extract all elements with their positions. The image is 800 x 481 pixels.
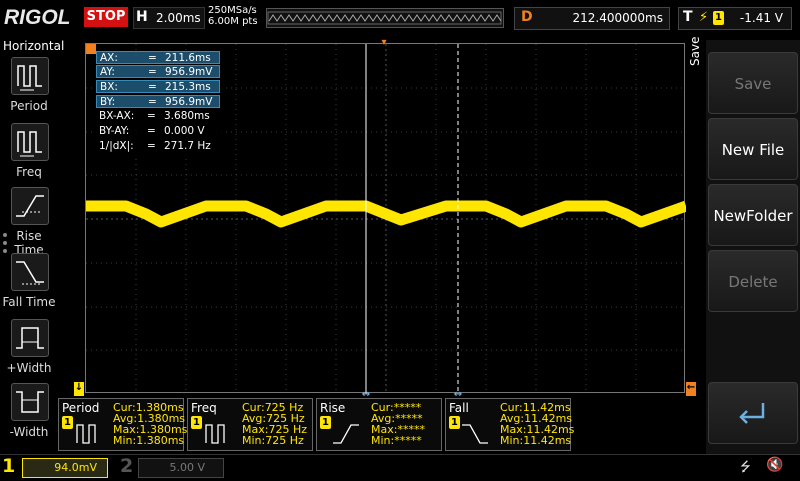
measurement-name: Period bbox=[62, 401, 100, 415]
measurement-name: Fall bbox=[449, 401, 469, 415]
measurement-freq[interactable]: Freq 1 Cur:725 Hz Avg:725 Hz Max:725 Hz Min… bbox=[187, 398, 313, 451]
memory-depth: 6.00M pts bbox=[208, 16, 258, 27]
trigger-level: -1.41 V bbox=[739, 11, 783, 25]
measurement-values: Cur:1.380ms Avg:1.380ms Max:1.380ms Min:1.3… bbox=[113, 401, 188, 447]
horizontal-label: H bbox=[136, 9, 148, 25]
frequency-icon bbox=[11, 123, 49, 161]
timebase-value: 2.00ms bbox=[156, 11, 201, 25]
acquisition-info: 250MSa/s 6.00M pts bbox=[208, 5, 258, 27]
fall-time-icon bbox=[11, 253, 49, 291]
measurement-values: Cur:725 Hz Avg:725 Hz Max:725 Hz Min:725 Hz bbox=[242, 401, 307, 447]
channel1-number[interactable]: 1 bbox=[2, 455, 22, 477]
channel1-offset-marker[interactable]: ↓ bbox=[74, 382, 84, 396]
overview-waveform bbox=[267, 11, 502, 25]
delay-box[interactable]: D 212.400000ms bbox=[514, 7, 670, 30]
trigger-box[interactable]: T ⚡ 1 -1.41 V bbox=[678, 7, 792, 30]
period-icon bbox=[11, 57, 49, 95]
run-stop-indicator[interactable]: STOP bbox=[84, 7, 128, 27]
fall-time-icon bbox=[462, 424, 488, 444]
neg-width-label: -Width bbox=[9, 425, 49, 439]
horizontal-timebase-box[interactable]: H 2.00ms bbox=[133, 7, 205, 29]
freq-label: Freq bbox=[16, 165, 42, 179]
channel1-scale-box[interactable]: 94.0mV bbox=[22, 458, 108, 478]
channel-badge: 1 bbox=[191, 416, 202, 429]
rising-edge-icon: ⚡ bbox=[699, 10, 709, 25]
cursor-row-by: BY: = 956.9mV bbox=[96, 95, 220, 108]
trigger-position-marker[interactable] bbox=[86, 44, 96, 54]
usb-icon: ⭍ bbox=[740, 460, 751, 475]
menu-title: Horizontal bbox=[3, 39, 65, 53]
delay-label: D bbox=[521, 9, 533, 25]
channel2-scale-box[interactable]: 5.00 V bbox=[138, 458, 224, 478]
measurement-values: Cur:11.42ms Avg:11.42ms Max:11.42ms Min:11.… bbox=[500, 401, 575, 447]
channel-badge: 1 bbox=[449, 416, 460, 429]
positive-width-icon bbox=[11, 319, 49, 357]
cursor-row-inv-dx: 1/|dX|: = 271.7 Hz bbox=[99, 140, 211, 152]
cursor-row-dx: BX-AX: = 3.680ms bbox=[99, 110, 210, 122]
rise-time-icon bbox=[11, 187, 49, 225]
cursor-row-bx: BX: = 215.3ms bbox=[96, 80, 220, 93]
measurement-fall[interactable]: Fall 1 Cur:11.42ms Avg:11.42ms Max:11.42ms… bbox=[445, 398, 575, 451]
cursor-row-dy: BY-AY: = 0.000 V bbox=[99, 125, 205, 137]
measure-period-item[interactable]: Period bbox=[0, 57, 58, 119]
measure-fall-time-item[interactable]: Fall Time bbox=[0, 253, 58, 315]
measurement-values: Cur:***** Avg:***** Max:***** Min:***** bbox=[371, 401, 425, 447]
negative-width-icon bbox=[11, 383, 49, 421]
period-icon bbox=[76, 424, 96, 444]
cursor-row-ay: AY: = 956.9mV bbox=[96, 65, 220, 78]
pos-width-label: +Width bbox=[6, 361, 52, 375]
memory-overview-bar[interactable] bbox=[266, 8, 504, 28]
measurement-name: Freq bbox=[191, 401, 217, 415]
channel2-scale: 5.00 V bbox=[169, 461, 205, 474]
period-label: Period bbox=[10, 99, 48, 113]
return-arrow-icon bbox=[739, 403, 765, 424]
delete-button[interactable]: Delete bbox=[708, 250, 798, 312]
trigger-channel-badge: 1 bbox=[713, 11, 724, 25]
measurement-name: Rise bbox=[320, 401, 346, 415]
channel1-trace bbox=[86, 200, 686, 228]
measurement-rise[interactable]: Rise 1 Cur:***** Avg:***** Max:***** Min:**… bbox=[316, 398, 442, 451]
measure-neg-width-item[interactable]: -Width bbox=[0, 383, 58, 445]
save-menu: Save New File NewFolder Delete bbox=[706, 40, 800, 454]
channel2-number[interactable]: 2 bbox=[120, 455, 133, 477]
channel-badge: 1 bbox=[62, 416, 73, 429]
new-file-button[interactable]: New File bbox=[708, 118, 798, 180]
save-button[interactable]: Save bbox=[708, 52, 798, 114]
trigger-label: T bbox=[683, 9, 693, 25]
measure-rise-time-item[interactable]: Rise Time bbox=[0, 187, 58, 257]
trigger-level-marker[interactable]: ← bbox=[686, 382, 696, 396]
return-button[interactable] bbox=[708, 382, 798, 444]
sample-rate: 250MSa/s bbox=[208, 5, 257, 16]
fall-time-label: Fall Time bbox=[2, 295, 56, 309]
speaker-muted-icon[interactable]: 🔇 bbox=[766, 457, 783, 473]
measurement-period[interactable]: Period 1 Cur:1.380ms Avg:1.380ms Max:1.380… bbox=[58, 398, 188, 451]
delay-value: 212.400000ms bbox=[572, 11, 663, 25]
measure-freq-item[interactable]: Freq bbox=[0, 123, 58, 185]
trigger-time-marker-icon[interactable]: ▾ bbox=[380, 37, 388, 48]
channel1-scale: 94.0mV bbox=[54, 461, 97, 474]
new-folder-button[interactable]: NewFolder bbox=[708, 184, 798, 246]
frequency-icon bbox=[205, 424, 225, 444]
measurement-bar: Period 1 Cur:1.380ms Avg:1.380ms Max:1.380… bbox=[58, 398, 702, 452]
cursor-row-ax: AX: = 211.6ms bbox=[96, 51, 220, 64]
channel-badge: 1 bbox=[320, 416, 331, 429]
brand-logo: RIGOL bbox=[4, 6, 71, 29]
right-menu-title: Save bbox=[688, 36, 702, 66]
cursor-readout-panel: AX: = 211.6ms AY: = 956.9mV BX: = 215.3ms BY: =… bbox=[96, 51, 224, 155]
measure-menu: Horizontal Period Freq Rise Time Fall Ti… bbox=[0, 37, 64, 453]
rise-time-icon bbox=[333, 424, 359, 444]
measure-pos-width-item[interactable]: +Width bbox=[0, 319, 58, 381]
